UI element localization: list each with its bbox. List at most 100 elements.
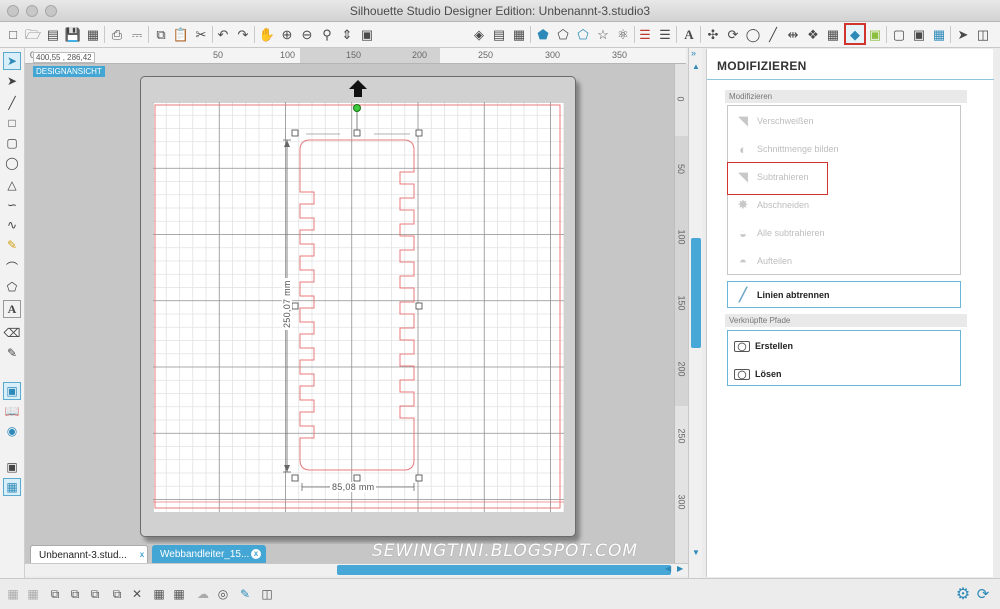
- eraser-tool-icon[interactable]: ⌫: [3, 324, 21, 342]
- zoom-select-icon[interactable]: ⚲: [318, 25, 336, 43]
- group-icon[interactable]: ▦: [4, 585, 22, 603]
- new-file-icon[interactable]: □: [4, 25, 22, 43]
- pan-hand-icon[interactable]: ✋: [258, 25, 276, 43]
- design-view-icon[interactable]: ▣: [3, 382, 21, 400]
- copy-icon[interactable]: ⧉: [152, 25, 170, 43]
- replicate-icon[interactable]: ☆: [594, 25, 612, 43]
- cut-settings-icon[interactable]: ▣: [910, 25, 928, 43]
- document-tab[interactable]: Webbandleiter_15... x: [152, 545, 266, 564]
- paste-icon[interactable]: 📋: [172, 25, 190, 43]
- sync-icon[interactable]: ⟳: [974, 585, 992, 603]
- ungroup-objects-icon[interactable]: ▦: [170, 585, 188, 603]
- fit-to-page-icon[interactable]: ▣: [358, 25, 376, 43]
- polygon-icon[interactable]: ⬟: [534, 25, 552, 43]
- offset-icon[interactable]: ⬠: [554, 25, 572, 43]
- open-folder-icon[interactable]: 🗁: [24, 25, 42, 43]
- send-backward-icon[interactable]: ⧉: [66, 585, 84, 603]
- minimize-window-button[interactable]: [26, 5, 38, 17]
- library-view-icon[interactable]: 📖: [3, 402, 21, 420]
- transform-icon[interactable]: ✣: [704, 25, 722, 43]
- horizontal-scroll-thumb[interactable]: [337, 565, 671, 575]
- trace-icon[interactable]: ⬠: [574, 25, 592, 43]
- offset-panel-icon[interactable]: ▣: [866, 25, 884, 43]
- window-single-icon[interactable]: ▣: [3, 458, 21, 476]
- line-color-icon[interactable]: ▤: [490, 25, 508, 43]
- panel-collapse-icon[interactable]: »: [691, 48, 696, 58]
- regular-polygon-icon[interactable]: ⬠: [3, 278, 21, 296]
- mirror-icon[interactable]: ⇹: [784, 25, 802, 43]
- registration-icon[interactable]: ▦: [930, 25, 948, 43]
- text-style-icon[interactable]: A: [680, 25, 698, 43]
- knife-icon[interactable]: ⚛: [614, 25, 632, 43]
- smooth-freehand-icon[interactable]: ✎: [3, 236, 21, 254]
- cut-icon[interactable]: ✂: [192, 25, 210, 43]
- zoom-drag-icon[interactable]: ⇕: [338, 25, 356, 43]
- scroll-right-icon[interactable]: ▶: [677, 564, 683, 573]
- settings-gear-icon[interactable]: ⚙: [954, 585, 972, 603]
- delete-icon[interactable]: ✕: [128, 585, 146, 603]
- page-setup-icon[interactable]: ▢: [890, 25, 908, 43]
- freehand-tool-icon[interactable]: ∿: [3, 216, 21, 234]
- save-library-icon[interactable]: ▦: [84, 25, 102, 43]
- close-window-button[interactable]: [7, 5, 19, 17]
- draw-line-icon[interactable]: ╱: [764, 25, 782, 43]
- line-style-icon[interactable]: ☰: [636, 25, 654, 43]
- paste-in-front-icon[interactable]: ◫: [258, 585, 276, 603]
- horizontal-scrollbar[interactable]: ◀ ▶: [25, 563, 688, 576]
- weld-option[interactable]: ◥ Verschweißen: [734, 111, 814, 131]
- save-icon[interactable]: 💾: [64, 25, 82, 43]
- selected-shape[interactable]: [280, 100, 430, 500]
- release-compound-path-option[interactable]: ◯ Lösen: [734, 364, 782, 384]
- vertical-scroll-thumb[interactable]: [691, 238, 701, 348]
- line-tool-icon[interactable]: ╱: [3, 94, 21, 112]
- tab-close-icon[interactable]: x: [251, 549, 261, 559]
- crop-option[interactable]: ✸ Abschneiden: [734, 195, 810, 215]
- rotate-handle[interactable]: [353, 104, 361, 112]
- tab-close-icon[interactable]: x: [137, 550, 147, 560]
- text-tool-icon[interactable]: A: [3, 300, 21, 318]
- release-lines-button[interactable]: ╱ Linien abtrennen: [727, 281, 961, 308]
- curve-tool-icon[interactable]: ∽: [3, 196, 21, 214]
- ellipse-tool-icon[interactable]: ◯: [3, 154, 21, 172]
- scroll-up-icon[interactable]: ▲: [692, 62, 700, 73]
- duplicate-icon[interactable]: ⧉: [108, 585, 126, 603]
- modify-panel-icon[interactable]: ◆: [844, 23, 866, 45]
- make-compound-icon[interactable]: ☁: [194, 585, 212, 603]
- window-split-icon[interactable]: ▦: [3, 478, 21, 496]
- store-icon[interactable]: ◫: [974, 25, 992, 43]
- library-icon[interactable]: ▤: [44, 25, 62, 43]
- move-icon[interactable]: ❖: [804, 25, 822, 43]
- scale-icon[interactable]: ◯: [744, 25, 762, 43]
- knife-tool-icon[interactable]: ✎: [3, 344, 21, 362]
- fill-color-icon[interactable]: ◈: [470, 25, 488, 43]
- polygon-tool-icon[interactable]: △: [3, 176, 21, 194]
- bring-to-front-icon[interactable]: ⧉: [86, 585, 104, 603]
- arc-tool-icon[interactable]: ⌒: [3, 258, 21, 276]
- intersect-option[interactable]: ◐ Schnittmenge bilden: [734, 139, 839, 159]
- divide-option[interactable]: ◓ Aufteilen: [734, 251, 792, 271]
- store-view-icon[interactable]: ◉: [3, 422, 21, 440]
- send-to-cutter-icon[interactable]: ⎓: [128, 25, 146, 43]
- nest-icon[interactable]: ▦: [824, 25, 842, 43]
- rounded-rect-tool-icon[interactable]: ▢: [3, 134, 21, 152]
- rectangle-tool-icon[interactable]: □: [3, 114, 21, 132]
- bring-forward-icon[interactable]: ⧉: [46, 585, 64, 603]
- redo-icon[interactable]: ↷: [234, 25, 252, 43]
- ungroup-icon[interactable]: ▦: [24, 585, 42, 603]
- undo-icon[interactable]: ↶: [214, 25, 232, 43]
- release-compound-icon[interactable]: ◎: [214, 585, 232, 603]
- vertical-scrollbar[interactable]: » ▲ ▼: [688, 48, 702, 578]
- edit-points-icon[interactable]: ➤: [3, 72, 21, 90]
- group-objects-icon[interactable]: ▦: [150, 585, 168, 603]
- scroll-down-icon[interactable]: ▼: [692, 548, 700, 557]
- rotate-icon[interactable]: ⟳: [724, 25, 742, 43]
- zoom-window-button[interactable]: [45, 5, 57, 17]
- send-icon[interactable]: ➤: [954, 25, 972, 43]
- scroll-left-icon[interactable]: ◀: [665, 564, 671, 573]
- select-tool-icon[interactable]: ➤: [3, 52, 21, 70]
- zoom-out-icon[interactable]: ⊖: [298, 25, 316, 43]
- zoom-in-icon[interactable]: ⊕: [278, 25, 296, 43]
- document-tab-active[interactable]: Unbenannt-3.stud... x: [30, 545, 148, 564]
- make-compound-path-option[interactable]: ◯ Erstellen: [734, 336, 793, 356]
- grid-icon[interactable]: ▦: [510, 25, 528, 43]
